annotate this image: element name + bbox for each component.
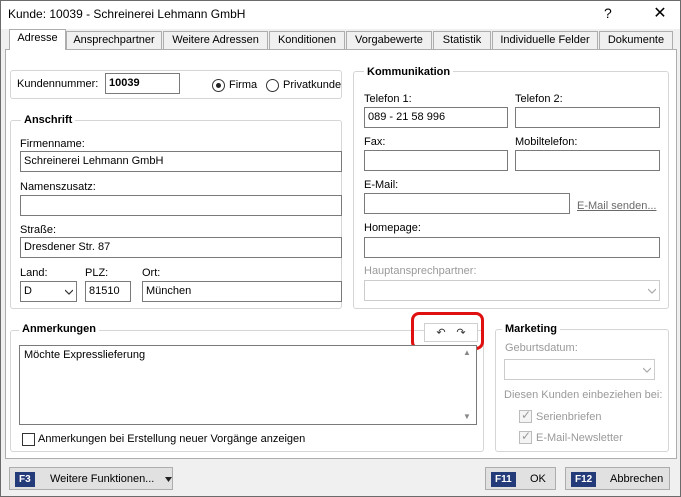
radio-private-label[interactable]: Privatkunde (283, 79, 341, 91)
tab-strip: Adresse Ansprechpartner Weitere Adressen… (5, 29, 677, 50)
street-input[interactable]: Dresdener Str. 87 (20, 237, 342, 258)
chevron-down-icon (648, 288, 656, 294)
ok-label: OK (530, 473, 546, 485)
radio-private[interactable] (266, 79, 279, 92)
cancel-label: Abbrechen (610, 473, 664, 485)
title-bar: Kunde: 10039 - Schreinerei Lehmann GmbH … (1, 1, 680, 29)
more-functions-label: Weitere Funktionen... (50, 473, 155, 485)
phone1-input[interactable]: 089 - 21 58 996 (364, 107, 508, 128)
customer-number-label: Kundennummer: (17, 78, 99, 90)
fax-label: Fax: (364, 136, 386, 148)
marketing-legend: Marketing (502, 323, 560, 335)
tab-individuelle-felder[interactable]: Individuelle Felder (492, 31, 598, 49)
scroll-up-icon[interactable]: ▲ (463, 348, 471, 357)
radio-company-label[interactable]: Firma (229, 79, 257, 91)
main-contact-select[interactable] (364, 280, 660, 301)
communication-legend: Kommunikation (364, 66, 454, 78)
tab-adresse[interactable]: Adresse (9, 29, 66, 50)
serial-letters-checkbox[interactable] (519, 408, 532, 423)
mobile-label: Mobiltelefon: (515, 136, 578, 148)
include-label: Diesen Kunden einbeziehen bei: (504, 389, 663, 401)
customer-number-input[interactable]: 10039 (105, 73, 180, 94)
city-label: Ort: (142, 267, 161, 279)
zip-input[interactable]: 81510 (85, 281, 131, 302)
birthday-select[interactable] (504, 359, 655, 380)
homepage-input[interactable] (364, 237, 660, 258)
tab-konditionen[interactable]: Konditionen (269, 31, 345, 49)
phone2-input[interactable] (515, 107, 660, 128)
help-icon[interactable]: ? (604, 5, 612, 21)
notes-textarea[interactable]: Möchte Expresslieferung ▲ ▼ (19, 345, 477, 425)
close-icon[interactable]: ✕ (642, 2, 678, 26)
email-label: E-Mail: (364, 179, 399, 191)
window-title: Kunde: 10039 - Schreinerei Lehmann GmbH (8, 7, 246, 21)
tab-vorgabewerte[interactable]: Vorgabewerte (346, 31, 432, 49)
show-notes-checkbox[interactable] (22, 433, 35, 446)
tab-statistik[interactable]: Statistik (433, 31, 491, 49)
send-email-link[interactable]: E-Mail senden... (577, 200, 656, 212)
name-suffix-label: Namenszusatz: (20, 181, 96, 193)
phone2-label: Telefon 2: (515, 93, 563, 105)
company-name-input[interactable]: Schreinerei Lehmann GmbH (20, 151, 342, 172)
street-label: Straße: (20, 224, 57, 236)
tab-ansprechpartner[interactable]: Ansprechpartner (66, 31, 162, 49)
serial-letters-label[interactable]: Serienbriefen (536, 411, 601, 423)
tab-dokumente[interactable]: Dokumente (599, 31, 673, 49)
address-legend: Anschrift (21, 114, 76, 126)
cancel-button[interactable]: F12 Abbrechen (565, 467, 670, 490)
radio-company[interactable] (212, 79, 225, 92)
notes-legend: Anmerkungen (19, 323, 99, 335)
more-functions-button[interactable]: F3 Weitere Funktionen... (9, 467, 173, 490)
newsletter-label[interactable]: E-Mail-Newsletter (536, 432, 623, 444)
chevron-down-icon (643, 367, 651, 373)
tab-weitere-adressen[interactable]: Weitere Adressen (163, 31, 268, 49)
main-contact-label: Hauptansprechpartner: (364, 265, 477, 277)
fax-input[interactable] (364, 150, 508, 171)
notes-scrollbar[interactable]: ▲ ▼ (459, 346, 476, 424)
f3-key-badge: F3 (15, 472, 35, 487)
notes-text: Möchte Expresslieferung (24, 349, 146, 361)
caret-down-icon (165, 477, 172, 482)
zip-label: PLZ: (85, 267, 109, 279)
chevron-down-icon (65, 289, 73, 295)
ok-button[interactable]: F11 OK (485, 467, 556, 490)
mobile-input[interactable] (515, 150, 660, 171)
scroll-down-icon[interactable]: ▼ (463, 412, 471, 421)
city-input[interactable]: München (142, 281, 342, 302)
show-notes-label[interactable]: Anmerkungen bei Erstellung neuer Vorgäng… (38, 433, 305, 445)
f12-key-badge: F12 (571, 472, 597, 487)
newsletter-checkbox[interactable] (519, 429, 532, 444)
country-select[interactable]: D (20, 281, 77, 302)
country-value: D (24, 285, 32, 297)
customer-dialog: Kunde: 10039 - Schreinerei Lehmann GmbH … (0, 0, 681, 497)
country-label: Land: (20, 267, 48, 279)
name-suffix-input[interactable] (20, 195, 342, 216)
f11-key-badge: F11 (491, 472, 516, 487)
company-name-label: Firmenname: (20, 138, 85, 150)
homepage-label: Homepage: (364, 222, 421, 234)
email-input[interactable] (364, 193, 570, 214)
birthday-label: Geburtsdatum: (505, 342, 578, 354)
phone1-label: Telefon 1: (364, 93, 412, 105)
